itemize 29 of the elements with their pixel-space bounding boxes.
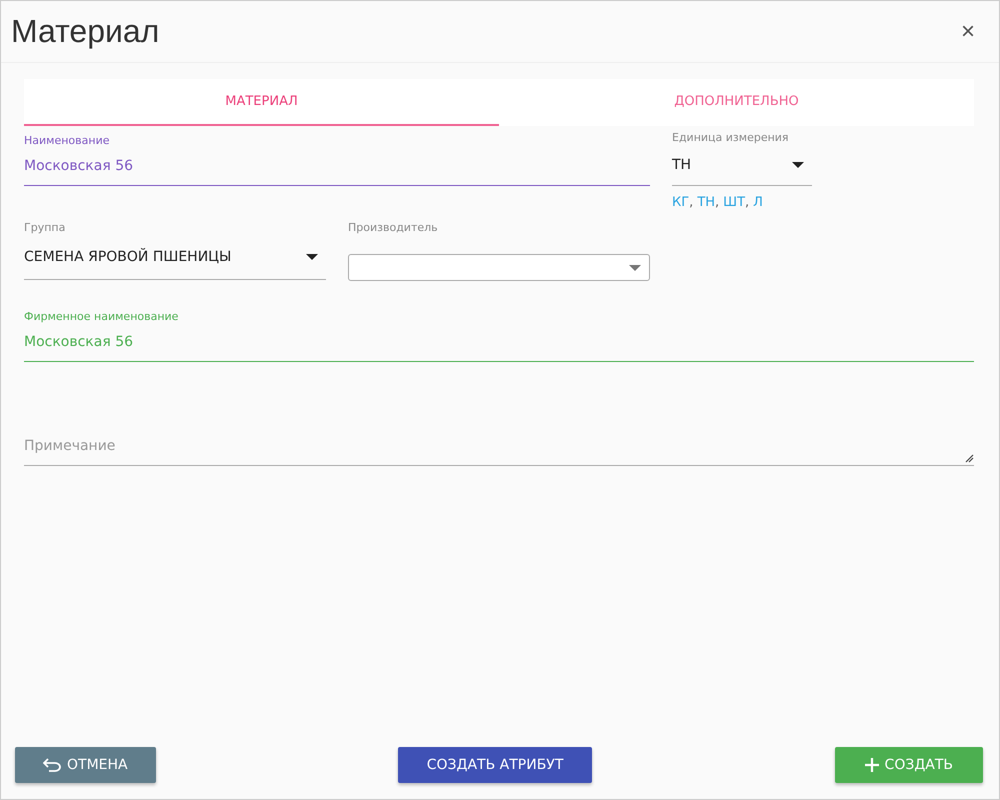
brand-input-field[interactable]: Московская 56 bbox=[24, 323, 974, 362]
field-label: Единица измерения bbox=[672, 131, 790, 144]
dialog-title: Материал bbox=[11, 13, 160, 50]
name-input-field[interactable]: Московская 56 bbox=[24, 147, 650, 186]
unit-link[interactable]: ШТ bbox=[723, 195, 746, 210]
manufacturer-select-field[interactable] bbox=[348, 254, 650, 281]
undo-arrow-icon bbox=[43, 758, 61, 772]
separator-text: , bbox=[689, 195, 694, 210]
field-label: Фирменное наименование bbox=[24, 310, 180, 323]
caret-icon bbox=[306, 254, 318, 260]
unit-link[interactable]: ТН bbox=[697, 195, 716, 210]
plus-icon bbox=[864, 758, 879, 772]
unit-select-field[interactable]: ТН bbox=[672, 144, 812, 186]
caret-icon bbox=[629, 264, 641, 270]
action-button[interactable]: ОТМЕНА bbox=[15, 747, 156, 783]
field-label: Группа bbox=[24, 221, 66, 234]
close-button[interactable]: × bbox=[956, 18, 979, 46]
unit-link[interactable]: Л bbox=[753, 195, 763, 210]
caret-icon bbox=[792, 162, 804, 168]
group-select-field[interactable]: СЕМЕНА ЯРОВОЙ ПШЕНИЦЫ bbox=[24, 234, 326, 280]
resize-handle-icon[interactable] bbox=[965, 454, 974, 463]
separator-text: , bbox=[745, 195, 750, 210]
field-label: Наименование bbox=[24, 134, 110, 147]
separator-text: , bbox=[715, 195, 720, 210]
action-button[interactable]: СОЗДАТЬ АТРИБУТ bbox=[398, 747, 592, 783]
action-button[interactable]: СОЗДАТЬ bbox=[834, 747, 983, 783]
unit-link[interactable]: КГ bbox=[672, 195, 690, 210]
field-label: Производитель bbox=[348, 221, 439, 234]
note-textarea[interactable]: Примечание bbox=[24, 431, 974, 466]
